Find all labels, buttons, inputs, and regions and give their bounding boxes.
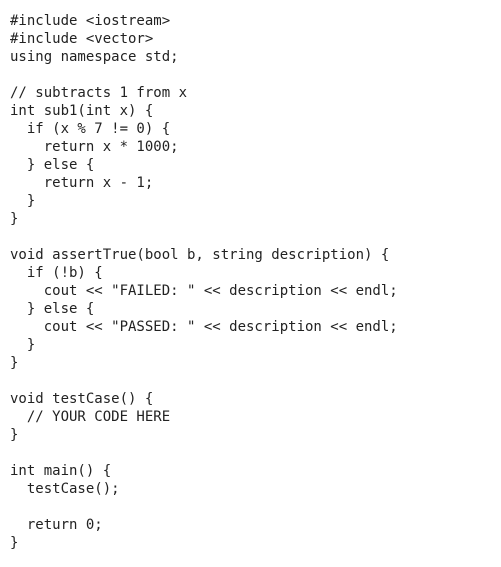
code-block: #include <iostream> #include <vector> us… — [0, 0, 501, 564]
